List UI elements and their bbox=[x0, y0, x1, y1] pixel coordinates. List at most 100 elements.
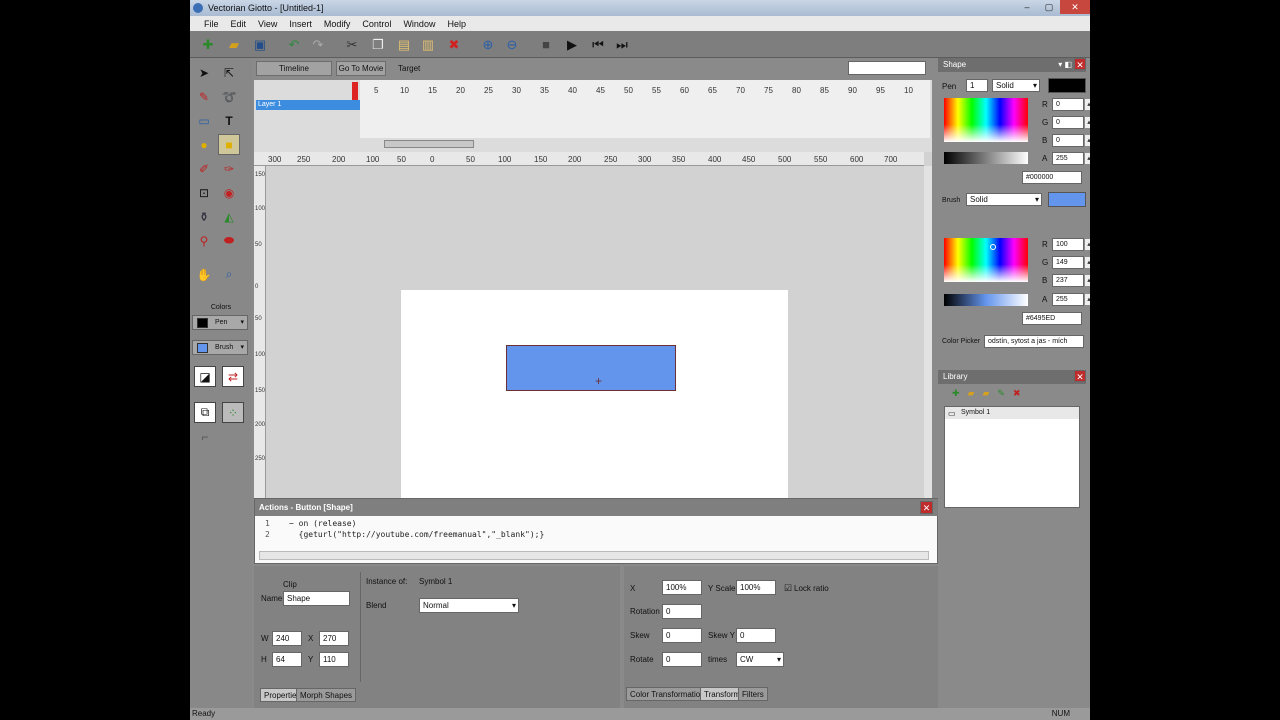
swap-colors-icon[interactable]: ⇄ bbox=[222, 366, 244, 387]
pen-b-field[interactable]: 0 bbox=[1052, 134, 1090, 147]
checkbox-icon[interactable]: ☑ bbox=[784, 583, 792, 594]
delete-symbol-icon[interactable]: ✖ bbox=[1013, 388, 1029, 398]
smooth-icon[interactable]: ⁘ bbox=[222, 402, 244, 423]
pen-color-spectrum[interactable] bbox=[944, 98, 1028, 142]
tab-timeline[interactable]: Timeline bbox=[256, 61, 332, 76]
brush-color-button[interactable]: Brush ▾ bbox=[192, 340, 248, 355]
target-select[interactable] bbox=[848, 61, 926, 75]
rectangle-shape[interactable]: + bbox=[506, 345, 676, 391]
actions-scrollbar[interactable] bbox=[259, 551, 929, 560]
pen-width-field[interactable]: 1 bbox=[966, 79, 988, 92]
go-to-movie-button[interactable]: Go To Movie bbox=[336, 61, 386, 76]
add-symbol-icon[interactable]: ✚ bbox=[952, 388, 968, 398]
skew-field[interactable]: 0 bbox=[662, 628, 702, 643]
direction-select[interactable]: CW ▾ bbox=[736, 652, 784, 667]
rotation-field[interactable]: 0 bbox=[662, 604, 702, 619]
y-field[interactable]: 110 bbox=[319, 652, 349, 667]
maximize-button[interactable]: ▢ bbox=[1038, 0, 1060, 14]
undo-icon[interactable]: ↶ bbox=[284, 35, 304, 54]
stage-canvas[interactable] bbox=[401, 290, 788, 498]
ink-bottle-icon[interactable]: ⚱ bbox=[193, 206, 215, 227]
color-picker-select[interactable]: odstín, sytost a jas - mích bbox=[984, 335, 1084, 348]
close-button[interactable]: ✕ bbox=[1060, 0, 1090, 14]
eraser-icon[interactable]: ⬬ bbox=[218, 230, 240, 251]
pen-g-field[interactable]: 0 bbox=[1052, 116, 1090, 129]
menu-insert[interactable]: Insert bbox=[283, 19, 318, 29]
new-folder-icon[interactable]: ▰ bbox=[982, 388, 997, 398]
minimize-button[interactable]: – bbox=[1016, 0, 1038, 14]
straighten-icon[interactable]: ⌐ bbox=[194, 426, 216, 447]
brush-color-spectrum[interactable] bbox=[944, 238, 1028, 282]
delete-icon[interactable]: ✖ bbox=[444, 35, 464, 54]
properties-icon[interactable]: ✎ bbox=[997, 388, 1013, 398]
brush-icon[interactable]: ✑ bbox=[218, 158, 240, 179]
tab-color-transformation[interactable]: Color Transformation bbox=[626, 687, 709, 701]
pen-style-select[interactable]: Solid ▾ bbox=[992, 79, 1040, 92]
brush-a-field[interactable]: 255 bbox=[1052, 293, 1090, 306]
close-library-icon[interactable]: ✕ bbox=[1074, 370, 1086, 382]
pin-icon[interactable]: ▾ ◧ bbox=[1058, 58, 1072, 72]
brush-style-select[interactable]: Solid ▾ bbox=[966, 193, 1042, 206]
pencil-icon[interactable]: ✎ bbox=[193, 86, 215, 107]
ellipse-icon[interactable]: ● bbox=[193, 134, 215, 155]
width-field[interactable]: 240 bbox=[272, 631, 302, 646]
line-icon[interactable]: ▭ bbox=[193, 110, 215, 131]
menu-window[interactable]: Window bbox=[397, 19, 441, 29]
transform-icon[interactable]: ⊡ bbox=[193, 182, 215, 203]
text-icon[interactable]: T bbox=[218, 110, 240, 131]
stage-vertical-scrollbar[interactable] bbox=[924, 166, 932, 498]
playhead[interactable] bbox=[352, 82, 358, 100]
rectangle-icon[interactable]: ■ bbox=[218, 134, 240, 155]
paste-special-icon[interactable]: ▥ bbox=[418, 35, 438, 54]
lasso-icon[interactable]: ➰ bbox=[218, 86, 240, 107]
skew-y-field[interactable]: 0 bbox=[736, 628, 776, 643]
brush-hex-field[interactable]: #6495ED bbox=[1022, 312, 1082, 325]
pen-color-button[interactable]: Pen ▾ bbox=[192, 315, 248, 330]
layer-row[interactable]: Layer 1 bbox=[256, 100, 360, 110]
x-field[interactable]: 270 bbox=[319, 631, 349, 646]
folder-icon[interactable]: ▰ bbox=[968, 388, 983, 398]
y-scale-field[interactable]: 100% bbox=[736, 580, 776, 595]
magnifier-icon[interactable]: ⌕ bbox=[218, 264, 240, 285]
menu-modify[interactable]: Modify bbox=[318, 19, 357, 29]
pen-brightness-bar[interactable] bbox=[944, 152, 1028, 164]
tab-filters[interactable]: Filters bbox=[738, 687, 768, 701]
gradient-icon[interactable]: ◉ bbox=[218, 182, 240, 203]
snap-icon[interactable]: ⧉ bbox=[194, 402, 216, 423]
close-shape-panel-icon[interactable]: ✕ bbox=[1074, 58, 1086, 70]
new-icon[interactable]: ✚ bbox=[198, 35, 218, 54]
save-icon[interactable]: ▣ bbox=[250, 35, 270, 54]
rotate-field[interactable]: 0 bbox=[662, 652, 702, 667]
hand-icon[interactable]: ✋ bbox=[193, 264, 215, 285]
x-scale-field[interactable]: 100% bbox=[662, 580, 702, 595]
copy-icon[interactable]: ❐ bbox=[368, 35, 388, 54]
eyedropper-icon[interactable]: ⚲ bbox=[193, 230, 215, 251]
blend-select[interactable]: Normal ▾ bbox=[419, 598, 519, 613]
height-field[interactable]: 64 bbox=[272, 652, 302, 667]
close-actions-icon[interactable]: ✕ bbox=[920, 501, 933, 514]
default-colors-icon[interactable]: ◪ bbox=[194, 366, 216, 387]
brush-b-field[interactable]: 237 bbox=[1052, 274, 1090, 287]
timeline-scrollbar[interactable] bbox=[384, 140, 474, 148]
forward-icon[interactable]: ⏭ bbox=[612, 35, 632, 54]
redo-icon[interactable]: ↷ bbox=[308, 35, 328, 54]
rewind-icon[interactable]: ⏮ bbox=[588, 35, 608, 54]
pen-r-field[interactable]: 0 bbox=[1052, 98, 1090, 111]
subselect-icon[interactable]: ⇱ bbox=[218, 62, 240, 83]
pen-tool-icon[interactable]: ✐ bbox=[193, 158, 215, 179]
code-line[interactable]: {geturl("http://youtube.com/freemanual",… bbox=[289, 530, 545, 539]
brush-g-field[interactable]: 149 bbox=[1052, 256, 1090, 269]
pen-hex-field[interactable]: #000000 bbox=[1022, 171, 1082, 184]
stop-icon[interactable]: ■ bbox=[536, 35, 556, 54]
arrow-icon[interactable]: ➤ bbox=[193, 62, 215, 83]
zoom-in-icon[interactable]: ⊕ bbox=[478, 35, 498, 54]
frame-grid[interactable]: 5 10 15 20 25 30 35 40 45 50 55 60 65 70… bbox=[360, 80, 930, 138]
menu-help[interactable]: Help bbox=[441, 19, 472, 29]
menu-edit[interactable]: Edit bbox=[225, 19, 253, 29]
pen-a-field[interactable]: 255 bbox=[1052, 152, 1090, 165]
menu-view[interactable]: View bbox=[252, 19, 283, 29]
paste-icon[interactable]: ▤ bbox=[394, 35, 414, 54]
menu-file[interactable]: File bbox=[198, 19, 225, 29]
menu-control[interactable]: Control bbox=[356, 19, 397, 29]
name-field[interactable]: Shape bbox=[283, 591, 350, 606]
